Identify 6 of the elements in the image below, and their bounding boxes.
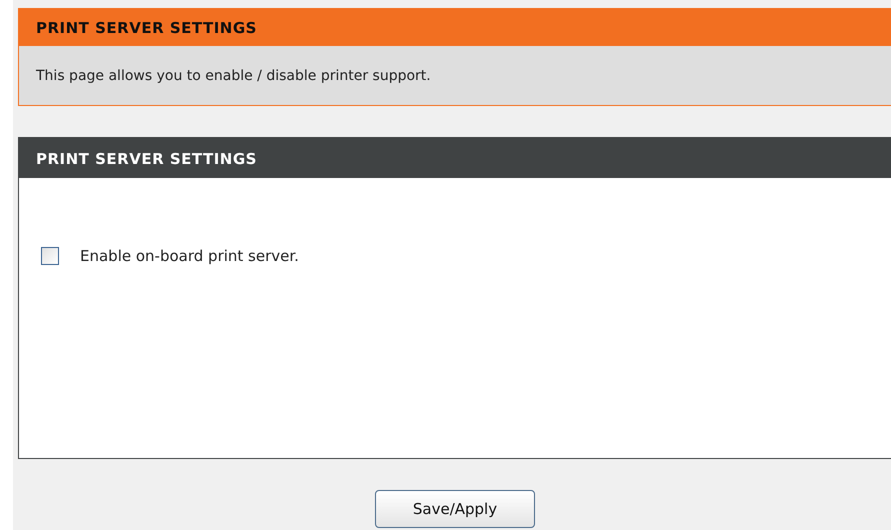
checkbox-label: Enable on-board print server. [80,247,299,265]
intro-header: PRINT SERVER SETTINGS [19,8,891,46]
enable-checkbox[interactable] [41,247,59,265]
intro-description: This page allows you to enable / disable printer support. [35,67,432,86]
save-apply-button[interactable]: Save/Apply [375,490,535,528]
section-header: PRINT SERVER SETTINGS [19,138,891,178]
